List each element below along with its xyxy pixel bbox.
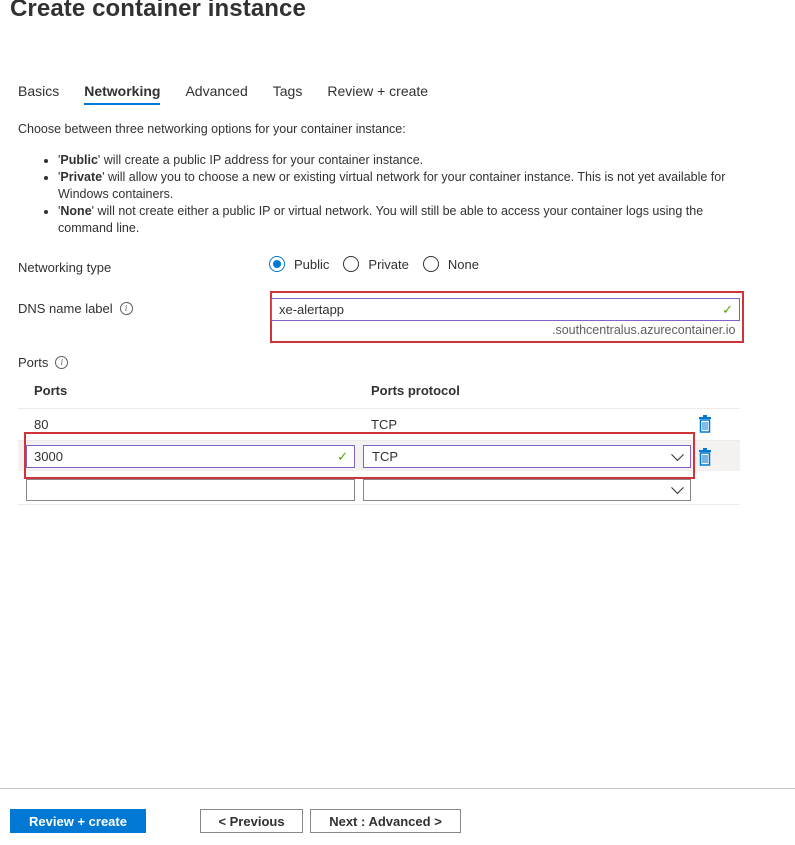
bullet-none-text: ' will not create either a public IP or …	[58, 204, 704, 235]
protocol-select-row2[interactable]: TCP	[363, 445, 691, 468]
ports-column-header: Ports	[34, 383, 68, 398]
trash-icon[interactable]	[698, 415, 712, 433]
review-create-button[interactable]: Review + create	[10, 809, 146, 833]
page-title: Create container instance	[10, 0, 306, 22]
protocol-select-new[interactable]	[363, 479, 691, 501]
next-advanced-button[interactable]: Next : Advanced >	[310, 809, 461, 833]
networking-type-label: Networking type	[18, 260, 111, 275]
checkmark-icon: ✓	[337, 448, 348, 464]
ports-section-label: Ports i	[18, 355, 69, 370]
dns-suffix: .southcentralus.azurecontainer.io	[552, 323, 736, 337]
radio-public-label: Public	[294, 256, 330, 272]
radio-public[interactable]: Public	[269, 256, 329, 272]
tab-tags[interactable]: Tags	[273, 83, 303, 105]
dns-name-label-text: DNS name label	[18, 301, 113, 316]
info-icon[interactable]: i	[55, 356, 69, 369]
bullet-public-text: ' will create a public IP address for yo…	[97, 153, 424, 167]
trash-icon[interactable]	[698, 448, 712, 466]
protocol-column-header: Ports protocol	[371, 383, 460, 398]
table-header-divider	[18, 408, 740, 409]
radio-none-indicator[interactable]	[422, 256, 439, 272]
tab-bar: Basics Networking Advanced Tags Review +…	[18, 83, 453, 105]
chevron-down-icon	[671, 481, 684, 495]
radio-public-indicator[interactable]	[269, 256, 285, 272]
checkmark-icon: ✓	[722, 301, 733, 317]
tab-review-create[interactable]: Review + create	[327, 83, 428, 105]
networking-intro: Choose between three networking options …	[18, 122, 406, 136]
bullet-public-term: Public	[60, 153, 98, 167]
dns-name-label: DNS name label i	[18, 301, 133, 316]
radio-none-label: None	[447, 256, 479, 272]
bullet-private-term: Private	[60, 170, 103, 184]
row1-port: 80	[34, 417, 49, 432]
create-container-page: Create container instance Basics Network…	[0, 0, 795, 845]
footer-divider	[0, 788, 795, 789]
bullet-private-text: ' will allow you to choose a new or exis…	[58, 170, 726, 201]
chevron-down-icon	[671, 447, 684, 461]
networking-type-radio-group: Public Private None	[269, 256, 493, 272]
port-input-row2[interactable]: 3000 ✓	[26, 445, 355, 468]
tab-basics[interactable]: Basics	[18, 83, 59, 105]
previous-button[interactable]: < Previous	[200, 809, 303, 833]
bullet-private: 'Private' will allow you to choose a new…	[58, 169, 758, 203]
ports-section-label-text: Ports	[18, 355, 49, 370]
bullet-public: 'Public' will create a public IP address…	[58, 152, 758, 169]
dns-name-value: xe-alertapp	[279, 302, 345, 317]
protocol-value-row2: TCP	[372, 449, 398, 464]
table-bottom-divider	[18, 504, 740, 505]
radio-private[interactable]: Private	[343, 256, 409, 272]
radio-private-indicator[interactable]	[343, 256, 360, 272]
info-icon[interactable]: i	[119, 302, 133, 315]
bullet-none-term: None	[60, 204, 92, 218]
networking-options-list: 'Public' will create a public IP address…	[38, 152, 758, 237]
networking-type-label-text: Networking type	[18, 260, 112, 275]
tab-networking[interactable]: Networking	[84, 83, 161, 105]
row1-protocol: TCP	[371, 417, 397, 432]
dns-name-input[interactable]: xe-alertapp ✓	[271, 298, 740, 321]
port-input-new[interactable]	[26, 479, 355, 501]
tab-advanced[interactable]: Advanced	[185, 83, 247, 105]
bullet-none: 'None' will not create either a public I…	[58, 203, 758, 237]
port-value-row2: 3000	[34, 449, 63, 464]
radio-private-label: Private	[368, 256, 409, 272]
radio-none[interactable]: None	[422, 256, 479, 272]
